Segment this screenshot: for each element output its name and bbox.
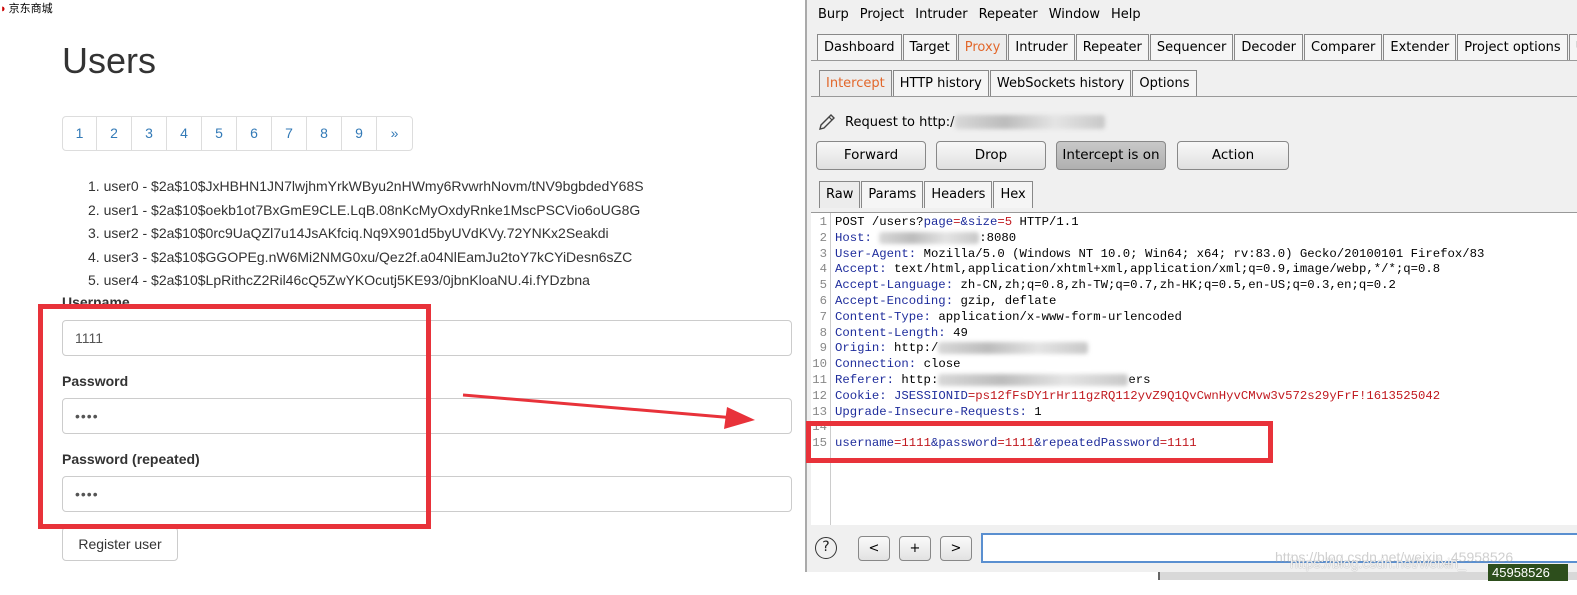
line-number: 2	[819, 230, 827, 245]
redacted-host	[938, 373, 1129, 386]
red-arrow-icon	[462, 393, 755, 429]
tab-comparer[interactable]: Comparer	[1304, 34, 1383, 60]
menu-intruder[interactable]: Intruder	[909, 4, 972, 26]
request-line: 13 Upgrade-Insecure-Requests: 1	[812, 404, 1042, 419]
action-button[interactable]: Action	[1177, 141, 1289, 170]
help-icon[interactable]: ?	[815, 537, 837, 559]
menu-help[interactable]: Help	[1105, 4, 1146, 26]
page-link-3[interactable]: 3	[132, 117, 167, 150]
page-title: Users	[62, 40, 157, 81]
page-link-next[interactable]: »	[377, 117, 412, 150]
line-number: 9	[819, 341, 827, 356]
list-item: 5. user4 - $2a$10$LpRithcZ2Ril46cQ5ZwYKO…	[88, 272, 590, 288]
tab-repeater[interactable]: Repeater	[1075, 34, 1149, 60]
line-number: 12	[812, 388, 827, 403]
tab-params[interactable]: Params	[861, 181, 924, 208]
highlight-box-body	[806, 421, 1273, 463]
tab-headers[interactable]: Headers	[924, 181, 993, 208]
list-item: 3. user2 - $2a$10$0rc9UaQZl7u14JsAKfciq.…	[88, 225, 609, 241]
request-line: 12 Cookie: JSESSIONID=ps12fFsDY1rHr11gzRQ…	[812, 388, 1441, 403]
register-user-button[interactable]: Register user	[62, 527, 178, 561]
main-tabs: Dashboard Target Proxy Intruder Repeater…	[817, 34, 1577, 60]
pagination: 1 2 3 4 5 6 7 8 9 »	[62, 116, 413, 151]
page-link-2[interactable]: 2	[97, 117, 132, 150]
tab-http-history[interactable]: HTTP history	[892, 70, 989, 96]
watermark: https://blog.csdn.net/weixin_	[1290, 555, 1466, 571]
line-number: 1	[819, 215, 827, 229]
tab-hex[interactable]: Hex	[993, 181, 1033, 208]
list-item: 2. user1 - $2a$10$oekb1ot7BxGmE9CLE.LqB.…	[88, 201, 641, 218]
line-number: 13	[812, 404, 827, 419]
line-number: 4	[819, 262, 827, 277]
tab-options[interactable]: Options	[1132, 70, 1197, 96]
burp-window: Burp Project Intruder Repeater Window He…	[805, 0, 1577, 572]
tab-websockets-history[interactable]: WebSockets history	[989, 70, 1132, 96]
tab-dashboard[interactable]: Dashboard	[817, 34, 902, 60]
tab-raw[interactable]: Raw	[819, 181, 861, 208]
tab-proxy[interactable]: Proxy	[957, 34, 1008, 60]
tab-project-options[interactable]: Project options	[1457, 34, 1568, 60]
page-link-7[interactable]: 7	[272, 117, 307, 150]
line-number: 8	[819, 325, 827, 340]
drop-button[interactable]: Drop	[936, 141, 1046, 170]
request-line: 3 User-Agent: Mozilla/5.0 (Windows NT 10.…	[811, 246, 1485, 263]
redacted-host	[879, 231, 980, 244]
line-number: 5	[819, 278, 827, 293]
menu-bar: Burp Project Intruder Repeater Window He…	[807, 4, 1146, 26]
intercept-toggle-button[interactable]: Intercept is on	[1056, 141, 1166, 170]
tab-user-options[interactable]: U	[1568, 34, 1577, 60]
line-number: 7	[819, 309, 827, 324]
page-link-1[interactable]: 1	[63, 117, 97, 150]
redacted-host	[938, 342, 1089, 355]
jd-logo-icon: ◗	[0, 3, 7, 15]
tab-sequencer[interactable]: Sequencer	[1149, 34, 1234, 60]
line-number: 3	[819, 246, 827, 261]
menu-repeater[interactable]: Repeater	[973, 4, 1043, 26]
browser-tab-title[interactable]: ◗ 京东商城	[0, 0, 53, 16]
highlight-box-form	[38, 304, 431, 529]
request-target: Request to http:/	[817, 112, 1105, 132]
request-line: 7 Content-Type: application/x-www-form-ur…	[811, 310, 1182, 326]
message-tabs: Raw Params Headers Hex	[819, 181, 1034, 208]
line-number: 6	[819, 294, 827, 308]
tab-extender[interactable]: Extender	[1383, 34, 1457, 60]
request-line: 5 Accept-Language: zh-CN,zh;q=0.8,zh-TW;q…	[811, 278, 1396, 294]
request-line: 4 Accept: text/html,application/xhtml+xml…	[811, 262, 1441, 278]
request-line: 2 Host: :8080	[811, 230, 1017, 247]
divider	[811, 96, 1577, 97]
menu-project[interactable]: Project	[854, 4, 909, 26]
page-link-4[interactable]: 4	[167, 117, 202, 150]
request-line: 1 POST /users?page=&size=5 HTTP/1.1	[811, 215, 1079, 231]
pencil-icon	[819, 114, 835, 130]
line-number: 11	[812, 373, 827, 387]
previous-button[interactable]: <	[858, 536, 890, 561]
divider	[811, 60, 1577, 61]
line-number: 10	[812, 357, 827, 372]
menu-window[interactable]: Window	[1043, 4, 1105, 26]
tab-intercept[interactable]: Intercept	[819, 70, 892, 96]
list-item: 4. user3 - $2a$10$GGOPEg.nW6Mi2NMG0xu/Qe…	[88, 248, 633, 265]
tab-decoder[interactable]: Decoder	[1234, 34, 1304, 60]
add-button[interactable]: +	[899, 536, 931, 561]
redacted-host	[954, 115, 1105, 129]
request-line: 10 Connection: close	[812, 357, 961, 372]
list-item: 1. user0 - $2a$10$JxHBHN1JN7lwjhmYrkWByu…	[88, 178, 644, 194]
watermark-id: 45958526	[1488, 564, 1568, 581]
request-line: 11 Referer: http: ers	[812, 373, 1151, 387]
request-line: 6 Accept-Encoding: gzip, deflate	[811, 294, 1057, 310]
forward-button[interactable]: Forward	[816, 141, 926, 170]
request-editor[interactable]: 1 POST /users?page=&size=5 HTTP/1.1 2 Host:…	[811, 212, 1577, 525]
page-link-9[interactable]: 9	[342, 117, 377, 150]
next-button[interactable]: >	[940, 536, 972, 561]
user-list: 1. user0 - $2a$10$JxHBHN1JN7lwjhmYrkWByu…	[88, 178, 644, 296]
page-link-8[interactable]: 8	[307, 117, 342, 150]
tab-target[interactable]: Target	[902, 34, 957, 60]
page-link-5[interactable]: 5	[202, 117, 237, 150]
request-line: 9 Origin: http:/	[811, 341, 1089, 357]
tab-intruder[interactable]: Intruder	[1008, 34, 1075, 60]
page-link-6[interactable]: 6	[237, 117, 272, 150]
menu-burp[interactable]: Burp	[807, 4, 854, 26]
proxy-sub-tabs: Intercept HTTP history WebSockets histor…	[819, 70, 1198, 96]
request-line: 8 Content-Length: 49	[811, 326, 968, 342]
